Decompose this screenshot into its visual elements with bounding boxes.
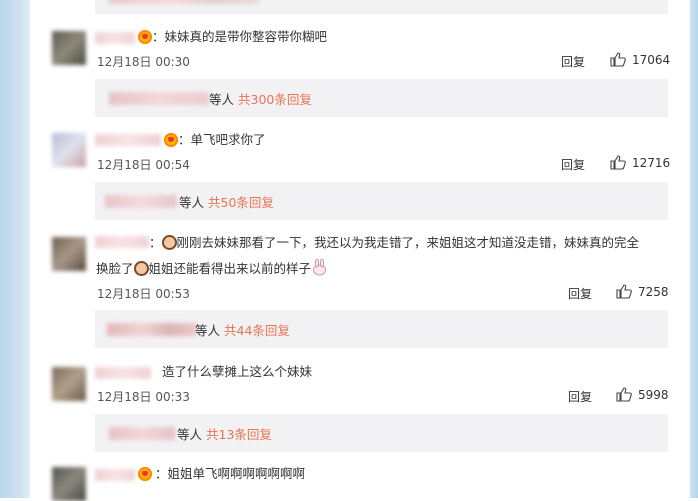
thumbs-up-icon	[610, 155, 626, 170]
sub-reply-names-blurred	[105, 195, 177, 208]
avatar[interactable]	[52, 467, 86, 501]
reply-button[interactable]: 回复	[568, 388, 592, 405]
avatar[interactable]	[52, 367, 86, 401]
emoji-rabbit-icon	[313, 259, 326, 276]
username-blurred[interactable]	[95, 32, 135, 44]
comment-text-line1: ： 刚刚去妹妹那看了一下，我还以为我走错了，来姐姐这才知道没走错，妹妹真的完全	[149, 232, 639, 254]
reply-button[interactable]: 回复	[568, 285, 592, 302]
sub-reply-suffix: 等人	[209, 92, 235, 107]
previous-reply-blur	[109, 0, 259, 4]
sub-reply-summary: 等人 共50条回复	[179, 192, 274, 211]
sub-reply-count-link[interactable]: 共50条回复	[208, 195, 274, 210]
username-blurred[interactable]	[95, 367, 151, 379]
avatar[interactable]	[52, 133, 86, 167]
like-count: 17064	[632, 52, 671, 67]
avatar[interactable]	[52, 31, 86, 65]
vip-crown-icon	[164, 133, 178, 147]
sub-reply-suffix: 等人	[195, 323, 221, 338]
comment-text-prefix: ：	[149, 235, 162, 250]
like-button[interactable]: 12716	[610, 155, 670, 170]
comment-text-part: 刚刚去妹妹那看了一下，我还以为我走错了，来姐姐这才知道没走错，妹妹真的完全	[176, 235, 640, 250]
sub-reply-names-blurred	[109, 92, 209, 105]
sub-reply-names-blurred	[107, 323, 197, 336]
thumbs-up-icon	[616, 284, 632, 299]
comment-text-part: 姐姐还能看得出来以前的样子	[148, 261, 312, 276]
sub-reply-count-link[interactable]: 共44条回复	[224, 323, 290, 338]
thumbs-up-icon	[616, 387, 632, 402]
page-left-margin	[0, 0, 30, 498]
emoji-face-palm-icon	[133, 261, 149, 276]
comment-text-line2: 换脸了 姐姐还能看得出来以前的样子	[96, 258, 328, 280]
sub-reply-summary: 等人 共300条回复	[209, 89, 312, 108]
username-blurred[interactable]	[95, 134, 161, 146]
reply-button[interactable]: 回复	[561, 53, 585, 70]
username-blurred[interactable]	[95, 469, 135, 481]
sub-reply-suffix: 等人	[179, 195, 205, 210]
like-count: 5998	[638, 387, 669, 402]
username-blurred[interactable]	[95, 236, 149, 248]
comment-time: 12月18日 00:30	[97, 55, 190, 69]
comment-time: 12月18日 00:53	[97, 287, 190, 301]
sub-reply-box[interactable]: 等人 共300条回复	[95, 79, 668, 117]
sub-reply-summary: 等人 共44条回复	[195, 320, 290, 339]
vip-crown-icon	[138, 467, 152, 481]
sub-reply-count-link[interactable]: 共300条回复	[238, 92, 312, 107]
like-button[interactable]: 7258	[616, 284, 669, 299]
previous-reply-box[interactable]	[95, 0, 668, 14]
reply-button[interactable]: 回复	[561, 156, 585, 173]
sub-reply-suffix: 等人	[177, 427, 203, 442]
like-count: 12716	[632, 155, 671, 170]
comment-text: 造了什么孽摊上这么个妹妹	[162, 364, 313, 379]
sub-reply-names-blurred	[109, 427, 175, 440]
like-button[interactable]: 5998	[616, 387, 669, 402]
comment-text-part: 换脸了	[96, 261, 134, 276]
thumbs-up-icon	[610, 52, 626, 67]
comment-time: 12月18日 00:54	[97, 158, 190, 172]
sub-reply-summary: 等人 共13条回复	[177, 424, 272, 443]
sub-reply-box[interactable]: 等人 共50条回复	[95, 182, 668, 220]
comment-text: ：姐姐单飞啊啊啊啊啊啊啊	[155, 466, 306, 481]
sub-reply-box[interactable]: 等人 共44条回复	[95, 310, 668, 348]
sub-reply-count-link[interactable]: 共13条回复	[206, 427, 272, 442]
sub-reply-box[interactable]: 等人 共13条回复	[95, 414, 668, 452]
comment-time: 12月18日 00:33	[97, 390, 190, 404]
comment-text: ：妹妹真的是带你整容带你糊吧	[152, 29, 328, 44]
page-right-margin	[690, 0, 698, 498]
vip-crown-icon	[138, 30, 152, 44]
emoji-face-palm-icon	[161, 235, 177, 250]
avatar[interactable]	[52, 237, 86, 271]
like-button[interactable]: 17064	[610, 52, 670, 67]
like-count: 7258	[638, 284, 669, 299]
comment-text: ：单飞吧求你了	[178, 132, 266, 147]
